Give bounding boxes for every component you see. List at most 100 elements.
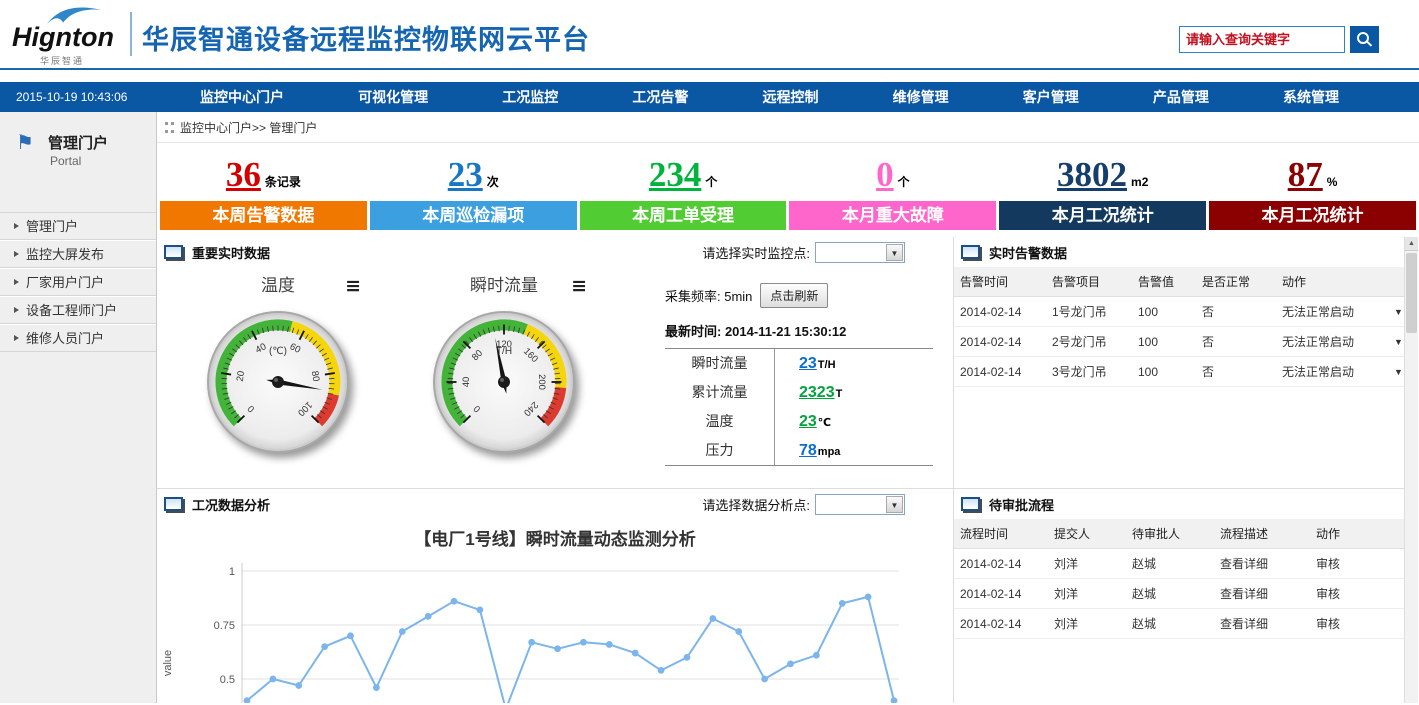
data-point-marker bbox=[347, 632, 354, 639]
gauge-hub-highlight bbox=[500, 378, 504, 382]
metric-row-1: 瞬时流量23T/H bbox=[665, 349, 933, 378]
stat-label-bar[interactable]: 本周巡检漏项 bbox=[370, 201, 577, 230]
row-scroll-down-icon[interactable]: ▼ bbox=[1388, 357, 1404, 387]
approval-table-row: 2014-02-14刘洋赵城查看详细审核 bbox=[954, 609, 1404, 639]
stat-card-top: 3802m2 bbox=[999, 151, 1206, 201]
nav-item-4[interactable]: 工况告警 bbox=[632, 87, 688, 107]
cell[interactable]: 查看详细 bbox=[1214, 579, 1310, 609]
arrow-right-icon bbox=[14, 307, 19, 313]
y-tick-label: 1 bbox=[229, 566, 235, 578]
stat-card-top: 36条记录 bbox=[160, 151, 367, 201]
gauge-label-row: 温度≡ bbox=[193, 273, 363, 299]
analysis-point-select[interactable]: ▼ bbox=[815, 494, 905, 515]
logo-text: Hignton bbox=[12, 22, 114, 53]
stat-card-2[interactable]: 23次本周巡检漏项 bbox=[370, 151, 577, 230]
approvals-panel-header: 待审批流程 bbox=[954, 489, 1404, 519]
sidebar-item-3[interactable]: 厂家用户门户 bbox=[0, 268, 156, 296]
realtime-point-select[interactable]: ▼ bbox=[815, 242, 905, 263]
sidebar-item-2[interactable]: 监控大屏发布 bbox=[0, 240, 156, 268]
search-box bbox=[1179, 26, 1345, 53]
y-tick-label: 0.75 bbox=[214, 620, 235, 632]
nav-item-7[interactable]: 客户管理 bbox=[1023, 87, 1079, 107]
data-point-marker bbox=[891, 697, 898, 703]
stat-card-6[interactable]: 87%本月工况统计 bbox=[1209, 151, 1416, 230]
stat-label-bar[interactable]: 本周工单受理 bbox=[580, 201, 787, 230]
nav-item-2[interactable]: 可视化管理 bbox=[358, 87, 428, 107]
arrow-right-icon bbox=[14, 335, 19, 341]
cell[interactable]: 审核 bbox=[1310, 549, 1404, 579]
arrow-right-icon bbox=[14, 279, 19, 285]
nav-timestamp: 2015-10-19 10:43:06 bbox=[0, 90, 170, 104]
approvals-panel-title: 待审批流程 bbox=[989, 495, 1054, 514]
nav-item-5[interactable]: 远程控制 bbox=[763, 87, 819, 107]
column-header: 提交人 bbox=[1048, 519, 1126, 549]
stat-card-5[interactable]: 3802m2本月工况统计 bbox=[999, 151, 1206, 230]
sidebar-item-label: 设备工程师门户 bbox=[26, 297, 117, 324]
monitor-icon bbox=[961, 497, 980, 511]
metric-value-wrap: 23T/H bbox=[775, 355, 836, 373]
cell[interactable]: 查看详细 bbox=[1214, 549, 1310, 579]
search-input[interactable] bbox=[1180, 27, 1344, 52]
data-point-marker bbox=[658, 667, 665, 674]
stat-card-3[interactable]: 234个本周工单受理 bbox=[580, 151, 787, 230]
cell: 1号龙门吊 bbox=[1046, 297, 1132, 327]
scrollbar-up-icon[interactable]: ▲ bbox=[1405, 237, 1418, 251]
latest-time: 最新时间: 2014-11-21 15:30:12 bbox=[665, 321, 933, 349]
alarm-table-wrap: 告警时间告警项目告警值是否正常动作2014-02-141号龙门吊100否无法正常… bbox=[954, 267, 1404, 387]
scrollbar-thumb[interactable] bbox=[1406, 253, 1417, 333]
sidebar-item-4[interactable]: 设备工程师门户 bbox=[0, 296, 156, 324]
hamburger-menu-icon[interactable]: ≡ bbox=[345, 274, 361, 298]
stat-label-bar[interactable]: 本月工况统计 bbox=[1209, 201, 1416, 230]
data-point-marker bbox=[425, 613, 432, 620]
logo-subtext: 华辰智通 bbox=[40, 54, 84, 67]
approval-table-header-row: 流程时间提交人待审批人流程描述动作 bbox=[954, 519, 1404, 549]
cell[interactable]: 审核 bbox=[1310, 579, 1404, 609]
approval-table-wrap: 流程时间提交人待审批人流程描述动作 2014-02-14刘洋赵城查看详细审核201… bbox=[954, 519, 1404, 639]
data-point-marker bbox=[528, 639, 535, 646]
cell: 2014-02-14 bbox=[954, 357, 1046, 387]
stat-card-1[interactable]: 36条记录本周告警数据 bbox=[160, 151, 367, 230]
cell: 赵城 bbox=[1126, 609, 1214, 639]
stat-card-4[interactable]: 0个本月重大故障 bbox=[789, 151, 996, 230]
search-icon bbox=[1357, 32, 1369, 44]
refresh-button[interactable]: 点击刷新 bbox=[760, 283, 828, 308]
search-button[interactable] bbox=[1350, 26, 1379, 53]
nav-item-1[interactable]: 监控中心门户 bbox=[200, 87, 284, 107]
sidebar-item-1[interactable]: 管理门户 bbox=[0, 212, 156, 240]
nav-item-8[interactable]: 产品管理 bbox=[1153, 87, 1209, 107]
data-point-marker bbox=[709, 615, 716, 622]
hamburger-menu-icon[interactable]: ≡ bbox=[571, 274, 587, 298]
cell[interactable]: 审核 bbox=[1310, 609, 1404, 639]
gauge-minor-tick bbox=[273, 326, 274, 331]
metric-value: 23 bbox=[799, 413, 817, 430]
breadcrumb-row: 监控中心门户>> 管理门户 bbox=[157, 112, 1419, 143]
cell: 2014-02-14 bbox=[954, 609, 1048, 639]
data-point-marker bbox=[451, 598, 458, 605]
stat-unit: % bbox=[1327, 175, 1338, 189]
nav-item-6[interactable]: 维修管理 bbox=[893, 87, 949, 107]
approval-table: 流程时间提交人待审批人流程描述动作 2014-02-14刘洋赵城查看详细审核201… bbox=[954, 519, 1404, 639]
page-scrollbar[interactable]: ▲ bbox=[1404, 237, 1418, 703]
stat-label-bar[interactable]: 本周告警数据 bbox=[160, 201, 367, 230]
stat-value: 234 bbox=[649, 155, 702, 194]
cell[interactable]: 查看详细 bbox=[1214, 609, 1310, 639]
data-point-marker bbox=[761, 676, 768, 683]
stat-label-bar[interactable]: 本月工况统计 bbox=[999, 201, 1206, 230]
nav-item-3[interactable]: 工况监控 bbox=[502, 87, 558, 107]
data-point-marker bbox=[554, 645, 561, 652]
row-scroll-down-icon[interactable]: ▼ bbox=[1388, 297, 1404, 327]
row-scroll-down-icon[interactable]: ▼ bbox=[1388, 327, 1404, 357]
nav-item-9[interactable]: 系统管理 bbox=[1283, 87, 1339, 107]
approvals-panel: 待审批流程 流程时间提交人待审批人流程描述动作 2014-02-14刘洋赵城查看详… bbox=[954, 489, 1404, 703]
data-point-marker bbox=[865, 594, 872, 601]
alarm-table-row: 2014-02-142号龙门吊100否无法正常启动▼ bbox=[954, 327, 1404, 357]
stat-value: 0 bbox=[876, 155, 894, 194]
stat-unit: 个 bbox=[898, 175, 910, 189]
stat-label-bar[interactable]: 本月重大故障 bbox=[789, 201, 996, 230]
data-point-marker bbox=[735, 628, 742, 635]
stat-card-top: 87% bbox=[1209, 151, 1416, 201]
alarms-panel-header: 实时告警数据 bbox=[954, 237, 1404, 267]
metric-unit: mpa bbox=[818, 446, 841, 458]
sidebar-item-5[interactable]: 维修人员门户 bbox=[0, 324, 156, 352]
arrow-right-icon bbox=[14, 223, 19, 229]
